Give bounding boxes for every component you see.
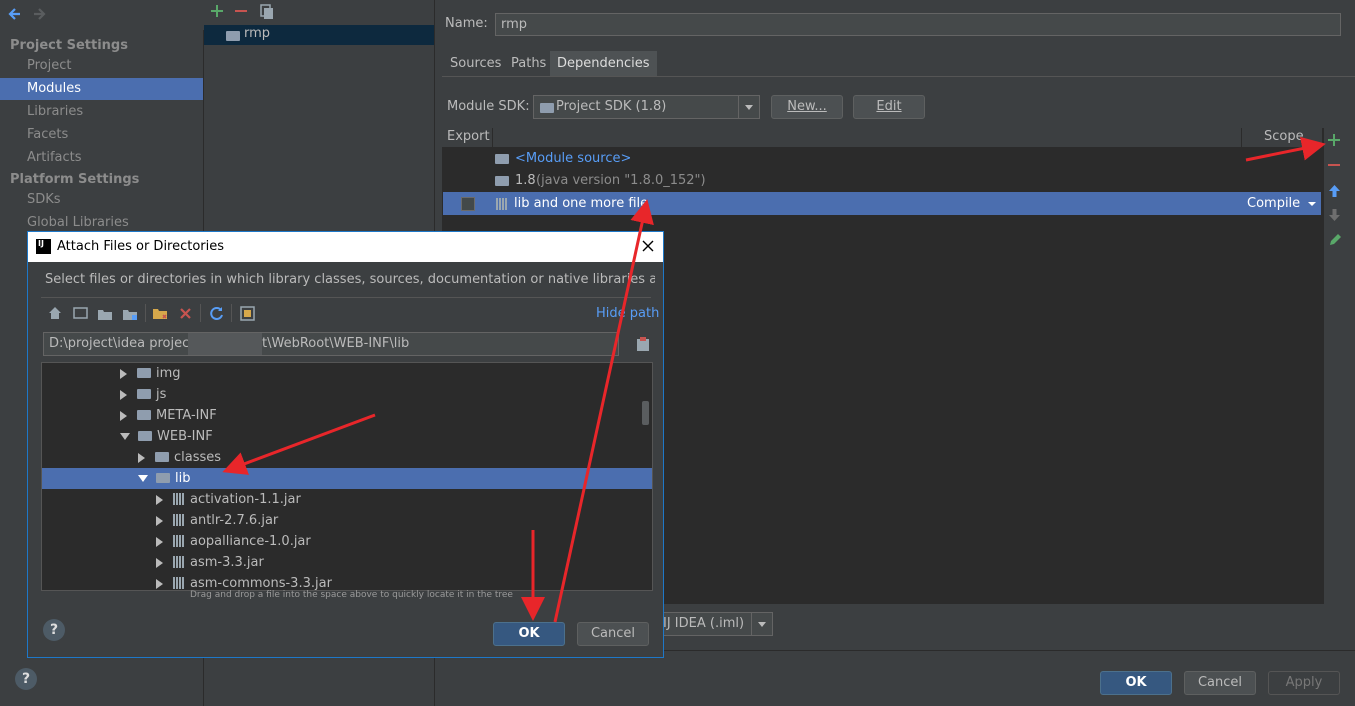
annotation-arrow-add <box>1245 136 1326 162</box>
annotation-arrow-ok-up <box>553 199 654 623</box>
annotation-arrows <box>222 136 1326 623</box>
annotation-arrow-lib <box>222 413 376 475</box>
